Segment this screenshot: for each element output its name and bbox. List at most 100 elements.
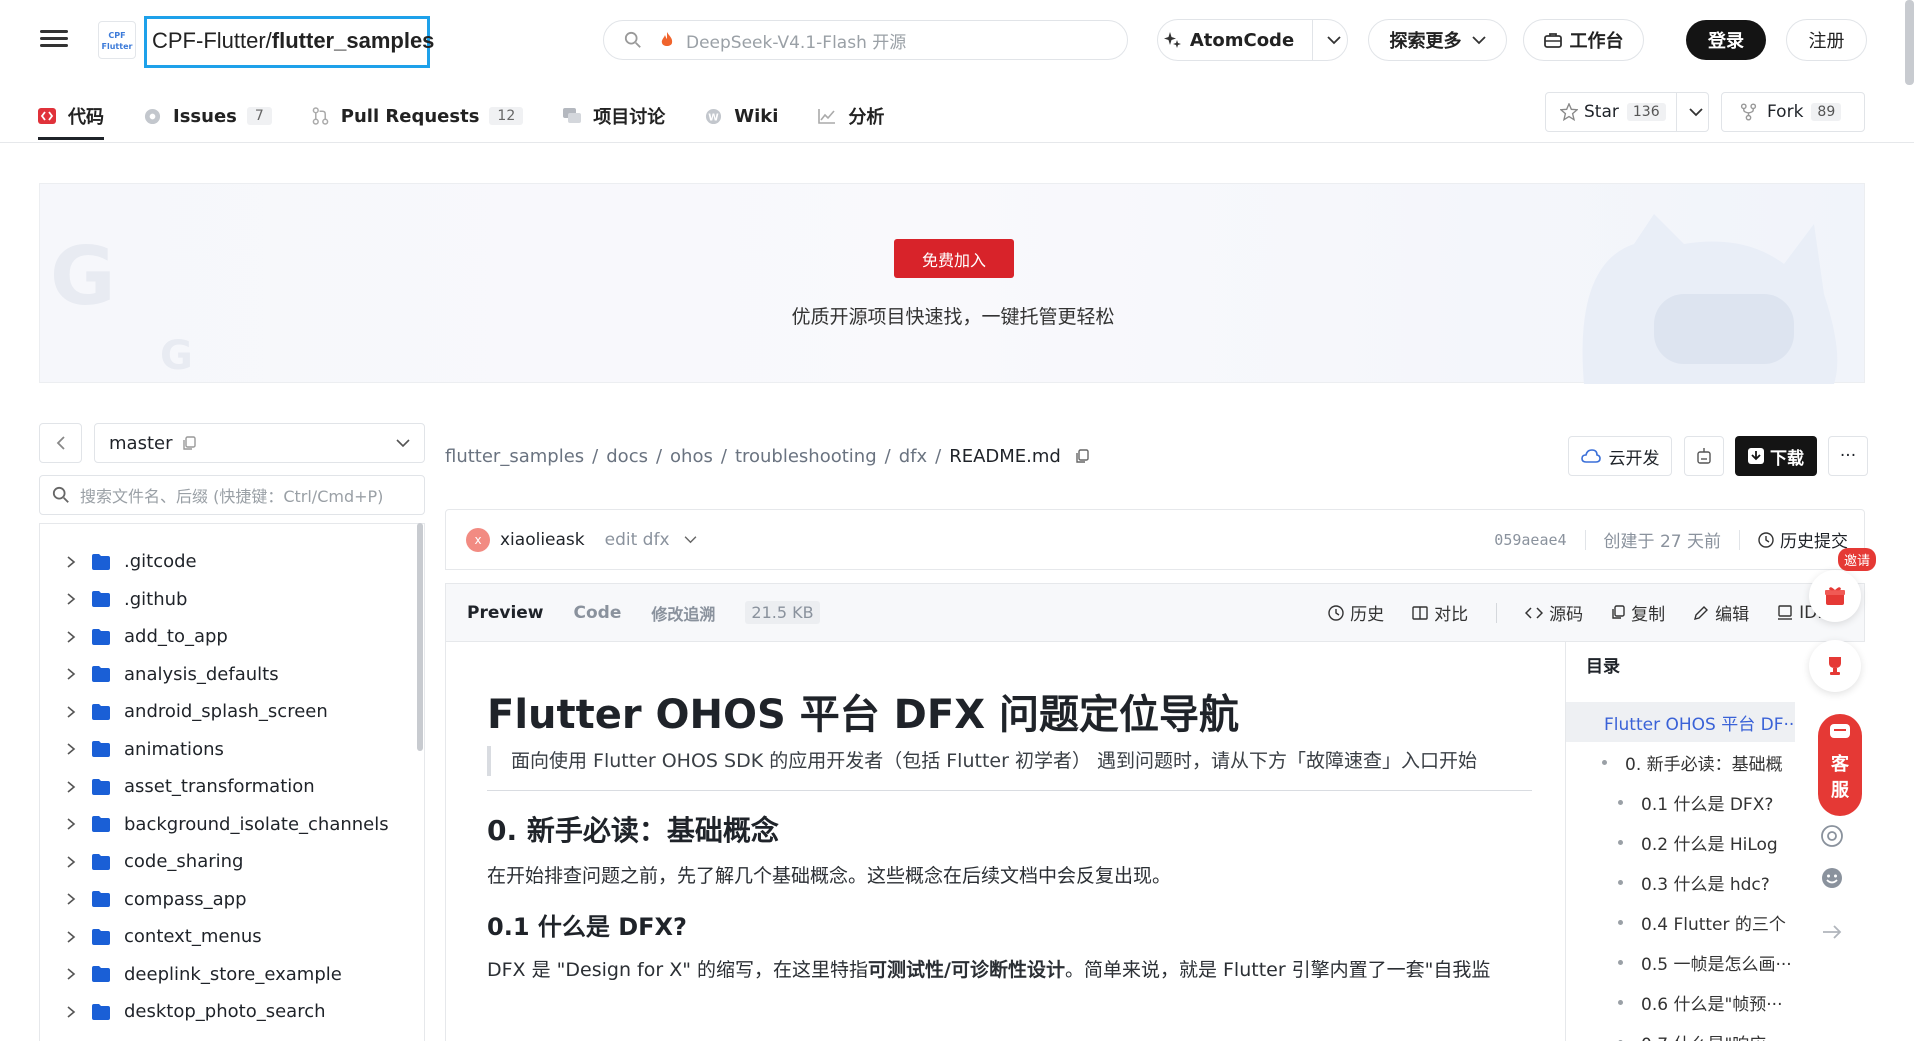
history-button[interactable]: 历史 [1328,600,1384,625]
smile-icon[interactable] [1820,866,1844,890]
file-tree-item[interactable]: compass_app [40,881,424,919]
tab-issues[interactable]: Issues 7 [144,92,272,140]
copy-icon[interactable] [182,435,197,451]
commit-hash[interactable]: 059aeae4 [1494,531,1566,549]
chevron-down-icon[interactable] [1327,35,1341,45]
toc-item[interactable]: 0.6 什么是"帧预··· [1566,982,1815,1022]
repo-title[interactable]: CPF-Flutter/flutter_samples [144,16,434,68]
repo-logo[interactable]: CPF Flutter [98,21,136,59]
file-tree-item[interactable]: .github [40,581,424,619]
tab-code[interactable]: 代码 [38,92,104,140]
toc-item[interactable]: 0.7 什么是"响应··· [1566,1022,1815,1041]
fork-button[interactable]: Fork 89 [1721,92,1865,132]
table-of-contents: 目录 Flutter OHOS 平台 DF··· 0. 新手必读：基础概 0.1 什… [1565,642,1815,1041]
toc-item[interactable]: 0.2 什么是 HiLog [1566,822,1815,862]
cloud-dev-button[interactable]: 云开发 [1568,436,1672,476]
breadcrumb-link[interactable]: ohos [670,446,713,467]
toc-item[interactable]: 0.4 Flutter 的三个 [1566,902,1815,942]
star-button[interactable]: Star 136 [1545,92,1709,132]
menu-icon[interactable] [38,26,70,54]
workbench-button[interactable]: 工作台 [1523,19,1644,61]
file-tree-item[interactable]: asset_transformation [40,768,424,806]
tab-pull-requests[interactable]: Pull Requests 12 [312,92,524,140]
tab-wiki[interactable]: W Wiki [705,92,778,140]
file-tree-item[interactable]: analysis_defaults [40,656,424,694]
file-tree-item[interactable]: context_menus [40,918,424,956]
compare-button[interactable]: 对比 [1412,600,1468,625]
file-tree-scrollbar[interactable] [417,523,423,751]
tab-code-view[interactable]: Code [574,603,622,623]
chevron-right-icon[interactable] [60,1005,82,1019]
breadcrumb-link[interactable]: docs [606,446,648,467]
breadcrumb-link[interactable]: flutter_samples [445,446,584,467]
copy-button[interactable]: 复制 [1611,600,1665,625]
atomcode-button[interactable]: AtomCode [1157,19,1348,61]
branch-selector[interactable]: master [94,423,425,463]
file-tree-item[interactable]: add_to_app [40,618,424,656]
gift-button[interactable] [1809,570,1861,622]
chevron-right-icon[interactable] [60,742,82,756]
file-tree-item[interactable]: android_splash_screen [40,693,424,731]
tab-count: 12 [489,107,524,125]
file-tree-item[interactable]: animations [40,731,424,769]
chevron-right-icon[interactable] [60,892,82,906]
chevron-down-icon[interactable] [1688,107,1703,117]
breadcrumb-link[interactable]: dfx [899,446,927,467]
toc-item[interactable]: 0.1 什么是 DFX? [1566,782,1815,822]
chevron-down-icon[interactable] [684,535,697,544]
explore-more-button[interactable]: 探索更多 [1368,19,1507,61]
source-button[interactable]: 源码 [1525,600,1583,625]
more-button[interactable]: ··· [1828,436,1868,476]
avatar[interactable]: x [466,527,490,552]
chevron-right-icon[interactable] [60,555,82,569]
commit-author[interactable]: xiaolieask [500,530,585,550]
toc-item[interactable]: Flutter OHOS 平台 DF··· [1566,702,1795,742]
repo-owner[interactable]: CPF-Flutter/ [152,28,272,53]
file-tree-item[interactable]: deeplink_store_example [40,956,424,994]
copy-path-icon[interactable] [1075,449,1089,464]
tab-preview[interactable]: Preview [467,603,544,623]
tab-discussions[interactable]: 项目讨论 [563,92,665,140]
file-tree-item-label: code_sharing [124,851,244,873]
toc-item[interactable]: 0.3 什么是 hdc? [1566,862,1815,902]
toc-item[interactable]: 0. 新手必读：基础概 [1566,742,1815,782]
chevron-right-icon[interactable] [60,967,82,981]
robot-button[interactable] [1684,436,1724,476]
chevron-right-icon[interactable] [60,817,82,831]
history-icon [1328,604,1344,621]
invite-badge[interactable]: 邀请 [1838,548,1877,571]
commit-message[interactable]: edit dfx [605,530,670,550]
file-tree-item[interactable]: background_isolate_channels [40,806,424,844]
login-button[interactable]: 登录 [1686,20,1766,60]
file-tree-item[interactable]: desktop_photo_search [40,993,424,1031]
repo-name[interactable]: flutter_samples [272,28,435,53]
chevron-right-icon[interactable] [60,630,82,644]
edit-button[interactable]: 编辑 [1693,600,1749,625]
tab-analysis[interactable]: 分析 [818,92,884,140]
file-search-input[interactable]: 搜索文件名、后缀 (快捷键：Ctrl/Cmd+P) [39,475,425,515]
breadcrumb-link[interactable]: troubleshooting [735,446,877,467]
toc-item[interactable]: 0.5 一帧是怎么画··· [1566,942,1815,982]
chevron-right-icon[interactable] [60,930,82,944]
file-tree-item[interactable]: .gitcode [40,543,424,581]
history-commits-link[interactable]: 历史提交 [1780,527,1848,552]
chevron-right-icon[interactable] [60,592,82,606]
chevron-right-icon[interactable] [60,780,82,794]
page-scrollbar[interactable] [1905,0,1914,85]
customer-service-button[interactable]: 客 服 [1818,714,1862,816]
register-button[interactable]: 注册 [1786,19,1867,61]
file-tree-item[interactable]: d... [40,1031,424,1041]
trophy-button[interactable] [1809,640,1861,692]
chevron-right-icon[interactable] [60,667,82,681]
chevron-right-icon[interactable] [60,855,82,869]
arrow-right-icon[interactable] [1820,920,1844,944]
collapse-sidebar-button[interactable] [39,423,82,463]
chevron-right-icon[interactable] [60,705,82,719]
file-tree-item[interactable]: code_sharing [40,843,424,881]
join-free-button[interactable]: 免费加入 [894,239,1014,278]
file-tree-item-label: background_isolate_channels [124,813,389,835]
global-search[interactable]: DeepSeek-V4.1-Flash 开源 [603,20,1128,60]
help-icon[interactable] [1820,824,1844,848]
download-button[interactable]: 下载 [1735,436,1817,476]
tab-blame[interactable]: 修改追溯 [651,601,715,625]
